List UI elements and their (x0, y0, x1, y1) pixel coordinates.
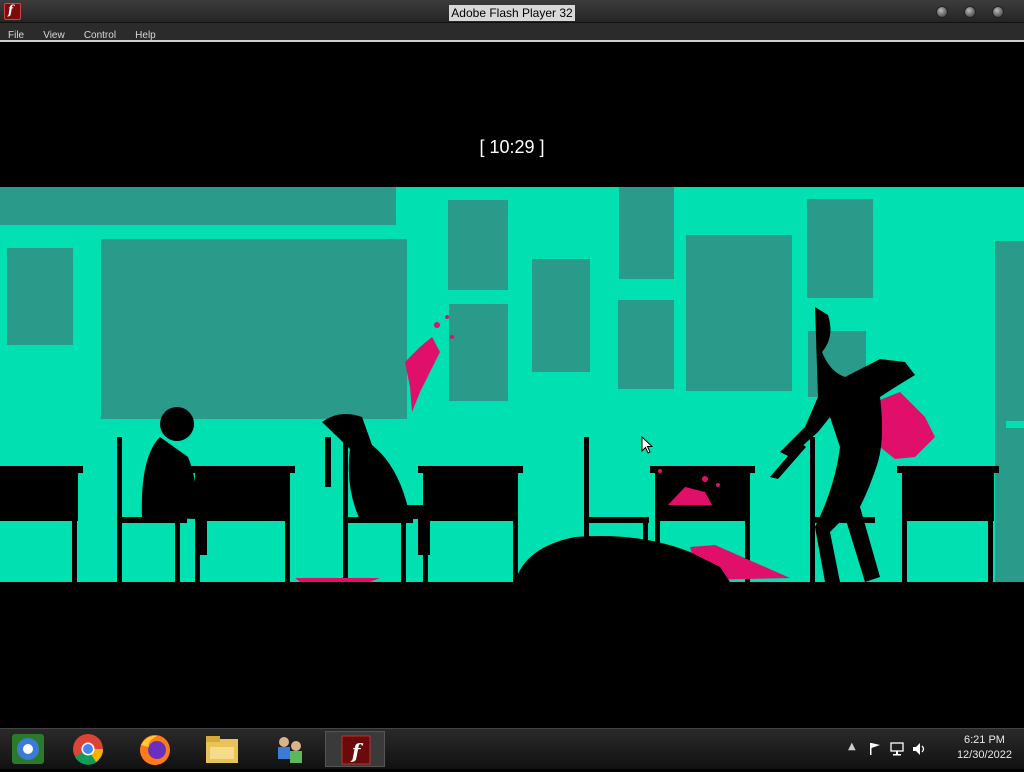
volume-icon[interactable] (912, 742, 928, 756)
window-title: Adobe Flash Player 32 (449, 5, 575, 21)
maximize-button[interactable] (964, 6, 976, 18)
fallen-student-silhouette (515, 536, 730, 582)
classroom-illustration (0, 187, 1024, 582)
close-button[interactable] (992, 6, 1004, 18)
menu-help[interactable]: Help (135, 28, 156, 41)
system-tray: ▲ 6:21 PM 12/30/2022 (834, 729, 1024, 769)
network-people-icon[interactable] (258, 731, 318, 767)
taskbar: f ▲ 6:21 PM 12/30/2022 (0, 728, 1024, 769)
flash-game-canvas[interactable]: [ 10:29 ] (0, 42, 1024, 728)
firefox-icon[interactable] (125, 731, 185, 767)
action-center-flag-icon[interactable] (868, 742, 882, 756)
file-explorer-icon[interactable] (190, 731, 250, 767)
mouse-cursor-icon (641, 436, 653, 454)
clock-time: 6:21 PM (963, 734, 1005, 746)
game-timer: [ 10:29 ] (479, 137, 545, 157)
minimize-button[interactable] (936, 6, 948, 18)
menu-view[interactable]: View (43, 28, 65, 41)
menu-bar: File View Control Help (0, 23, 1024, 42)
classroom-scene[interactable] (0, 187, 1024, 582)
clock-date: 12/30/2022 (956, 749, 1012, 761)
network-icon[interactable] (890, 742, 906, 756)
chrome-icon[interactable] (60, 731, 120, 767)
taskbar-clock[interactable]: 6:21 PM 12/30/2022 (957, 733, 1012, 763)
menu-control[interactable]: Control (84, 28, 116, 41)
flash-player-icon[interactable]: f (325, 731, 385, 767)
student-silhouette-2 (322, 413, 430, 555)
chromium-icon[interactable] (0, 731, 60, 767)
show-hidden-icons-caret[interactable]: ▲ (848, 741, 856, 752)
window-titlebar[interactable]: f Adobe Flash Player 32 (0, 0, 1024, 23)
menu-file[interactable]: File (8, 28, 24, 41)
